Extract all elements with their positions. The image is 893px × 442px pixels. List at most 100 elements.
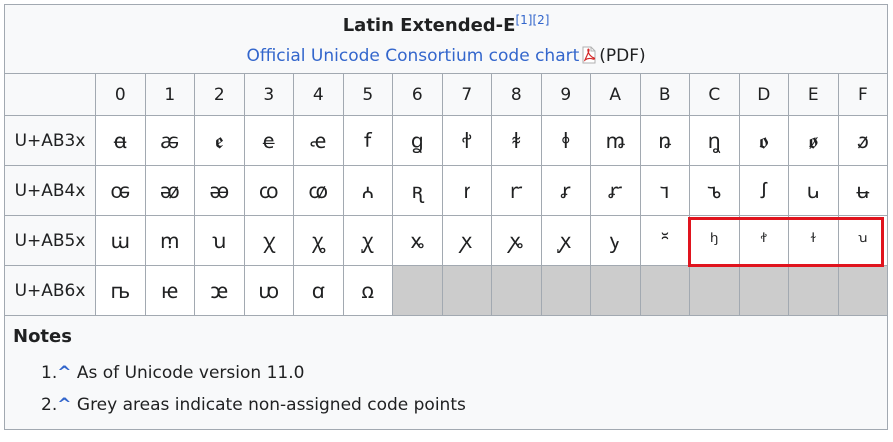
character-cell: ꬾ	[788, 115, 839, 166]
character-cell: ꬵ	[342, 115, 393, 166]
character-cell: ꭎ	[788, 165, 839, 216]
character-cell: ꭒ	[194, 215, 245, 266]
column-header: 6	[392, 73, 443, 116]
character-cell: ꭣ	[243, 265, 294, 316]
character-cell: ꭅ	[342, 165, 393, 216]
note-marker: 2.	[41, 395, 58, 415]
table-row: U+AB3x ꬰ ꬱ ꬲ ꬳ ꬴ ꬵ ꬶ ꬷ ꬸ ꬹ ꬺ ꬻ ꬼ ꬽ ꬾ ꬿ	[4, 115, 889, 166]
notes-section: Notes 1.^ As of Unicode version 11.0 2.^…	[3, 315, 889, 430]
column-header: F	[837, 73, 889, 116]
character-cell: ꭌ	[689, 165, 740, 216]
character-cell: ꭚ	[590, 215, 641, 266]
character-cell: ꬹ	[540, 115, 591, 166]
character-cell: ꬱ	[144, 115, 195, 166]
character-cell: ꭐ	[95, 215, 146, 266]
unassigned-cell	[639, 265, 690, 316]
column-header: D	[738, 73, 789, 116]
block-title: Latin Extended-E[1][2]	[5, 8, 887, 38]
unassigned-cell	[491, 265, 542, 316]
character-cell: ꭑ	[144, 215, 195, 266]
column-header: 8	[491, 73, 542, 116]
character-cell: ꭠ	[95, 265, 146, 316]
notes-list: 1.^ As of Unicode version 11.0 2.^ Grey …	[5, 357, 887, 421]
character-cell: ꭄ	[293, 165, 344, 216]
character-cell: ꬰ	[95, 115, 146, 166]
column-header-row: 0123456789ABCDEF	[4, 73, 889, 116]
column-header: C	[689, 73, 740, 116]
note-backlink[interactable]: ^	[57, 363, 71, 383]
character-cell: ꭈ	[491, 165, 542, 216]
character-cell: ꭏ	[837, 165, 889, 216]
character-cell: ꭆ	[392, 165, 443, 216]
character-cell: ꭕ	[342, 215, 393, 266]
character-cell: ꭛	[639, 215, 690, 266]
row-header: U+AB4x	[4, 165, 96, 216]
character-cell: ꭔ	[293, 215, 344, 266]
column-header: 9	[540, 73, 591, 116]
character-cell: ꭀ	[95, 165, 146, 216]
character-cell: ꬲ	[194, 115, 245, 166]
note-text: As of Unicode version 11.0	[76, 363, 305, 383]
ref-links: [1][2]	[515, 13, 549, 27]
column-header: 1	[144, 73, 195, 116]
column-header: A	[590, 73, 641, 116]
character-cell: ꭃ	[243, 165, 294, 216]
page: Latin Extended-E[1][2] Official Unicode …	[0, 0, 893, 442]
character-cell: ꭖ	[392, 215, 443, 266]
block-title-text: Latin Extended-E	[342, 15, 516, 36]
unassigned-cell	[837, 265, 889, 316]
table-row: U+AB5x ꭐ ꭑ ꭒ ꭓ ꭔ ꭕ ꭖ ꭗ ꭘ ꭙ ꭚ ꭛ ꭜ ꭝ ꭞ ꭟ	[4, 215, 889, 266]
column-header: B	[639, 73, 690, 116]
character-cell: ꭙ	[540, 215, 591, 266]
ref-link-1[interactable]: [1]	[515, 13, 532, 27]
character-cell: ꭟ	[837, 215, 889, 266]
character-cell: ꭡ	[144, 265, 195, 316]
character-cell: ꭁ	[144, 165, 195, 216]
row-header: U+AB3x	[4, 115, 96, 166]
character-cell: ꭇ	[441, 165, 492, 216]
table-caption: Latin Extended-E[1][2] Official Unicode …	[3, 4, 889, 74]
character-cell: ꭓ	[243, 215, 294, 266]
unassigned-cell	[392, 265, 443, 316]
character-cell: ꭞ	[788, 215, 839, 266]
table-row: U+AB4x ꭀ ꭁ ꭂ ꭃ ꭄ ꭅ ꭆ ꭇ ꭈ ꭉ ꭊ ꭋ ꭌ ꭍ ꭎ ꭏ	[4, 165, 889, 216]
character-cell: ꬿ	[837, 115, 889, 166]
character-cell: ꭉ	[540, 165, 591, 216]
unassigned-cell	[738, 265, 789, 316]
character-cell: ꬳ	[243, 115, 294, 166]
character-cell: ꭘ	[491, 215, 542, 266]
character-cell: ꭍ	[738, 165, 789, 216]
note-item: 2.^ Grey areas indicate non-assigned cod…	[41, 389, 887, 421]
notes-heading: Notes	[13, 326, 72, 347]
character-cell: ꬶ	[392, 115, 443, 166]
character-cell: ꭤ	[293, 265, 344, 316]
pdf-label: (PDF)	[599, 46, 646, 66]
column-header: 5	[342, 73, 393, 116]
character-cell: ꭥ	[342, 265, 393, 316]
unassigned-cell	[441, 265, 492, 316]
note-backlink[interactable]: ^	[57, 395, 71, 415]
character-cell: ꬷ	[441, 115, 492, 166]
note-item: 1.^ As of Unicode version 11.0	[41, 357, 887, 389]
pdf-icon	[581, 45, 597, 64]
corner-cell	[4, 73, 96, 116]
character-cell: ꭋ	[639, 165, 690, 216]
unassigned-cell	[788, 265, 839, 316]
column-header: 7	[441, 73, 492, 116]
column-header: 0	[95, 73, 146, 116]
character-cell: ꭝ	[738, 215, 789, 266]
column-header: E	[788, 73, 839, 116]
unassigned-cell	[590, 265, 641, 316]
column-header: 2	[194, 73, 245, 116]
character-cell: ꬼ	[689, 115, 740, 166]
code-chart-link[interactable]: Official Unicode Consortium code chart	[246, 46, 579, 66]
unicode-block-table: Latin Extended-E[1][2] Official Unicode …	[3, 4, 889, 430]
column-header: 4	[293, 73, 344, 116]
note-marker: 1.	[41, 363, 58, 383]
character-cell: ꭊ	[590, 165, 641, 216]
character-cell: ꭜ	[689, 215, 740, 266]
ref-link-2[interactable]: [2]	[532, 13, 549, 27]
character-cell: ꬽ	[738, 115, 789, 166]
character-cell: ꭗ	[441, 215, 492, 266]
row-header: U+AB6x	[4, 265, 96, 316]
